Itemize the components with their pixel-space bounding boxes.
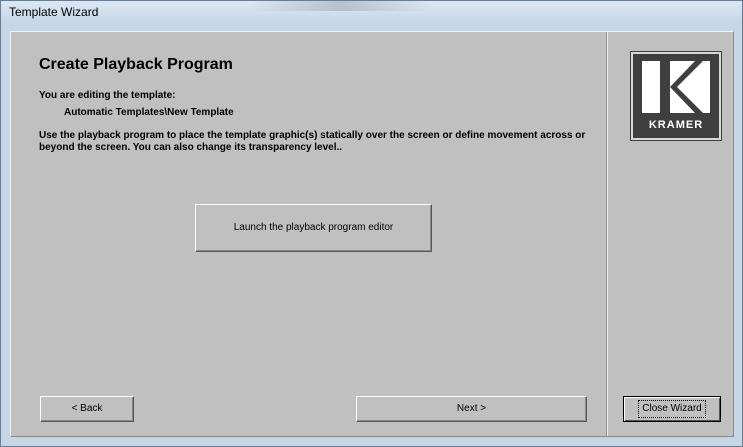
title-bar[interactable]: Template Wizard [1, 1, 742, 23]
close-wizard-label: Close Wizard [638, 400, 706, 418]
next-button[interactable]: Next > [356, 396, 587, 422]
vertical-divider [606, 32, 608, 436]
description-text: Use the playback program to place the te… [39, 130, 586, 153]
kramer-logo: KRAMER [631, 52, 721, 140]
wizard-panel: Create Playback Program You are editing … [10, 31, 734, 437]
template-path: Automatic Templates\New Template [64, 107, 234, 118]
back-button[interactable]: < Back [40, 396, 134, 422]
logo-wordmark: KRAMER [648, 119, 704, 131]
template-wizard-window: Template Wizard Create Playback Program … [0, 0, 743, 447]
window-title: Template Wizard [9, 5, 99, 19]
title-bar-glare [251, 1, 431, 11]
page-title: Create Playback Program [39, 56, 233, 73]
editing-label: You are editing the template: [39, 90, 176, 101]
launch-editor-button[interactable]: Launch the playback program editor [195, 204, 432, 252]
close-wizard-button[interactable]: Close Wizard [623, 396, 721, 422]
